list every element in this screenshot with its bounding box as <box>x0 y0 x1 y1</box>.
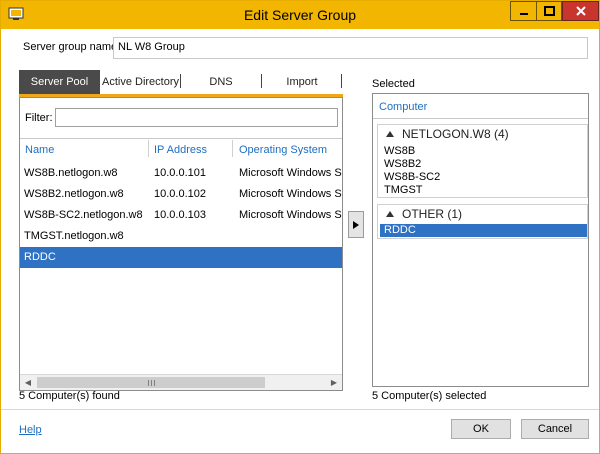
chevron-right-icon: ▶ <box>330 378 338 387</box>
column-separator[interactable] <box>148 140 149 157</box>
list-divider <box>20 138 342 139</box>
minimize-icon <box>519 13 528 15</box>
computers-found-status: 5 Computer(s) found <box>19 390 120 402</box>
cell-name: WS8B.netlogon.w8 <box>24 167 118 179</box>
tab-dns[interactable]: DNS <box>181 70 261 94</box>
group-header[interactable]: OTHER (1) <box>386 205 462 223</box>
collapse-triangle-icon[interactable] <box>386 211 394 217</box>
table-row[interactable]: WS8B2.netlogon.w8 10.0.0.102 Microsoft W… <box>20 184 342 205</box>
scroll-right-button[interactable]: ▶ <box>326 375 342 390</box>
group-netlogon: NETLOGON.W8 (4) WS8B WS8B2 WS8B-SC2 TMGS… <box>377 124 588 198</box>
add-to-selected-button[interactable] <box>348 211 364 238</box>
cell-name: WS8B2.netlogon.w8 <box>24 188 124 200</box>
selected-label: Selected <box>372 78 415 90</box>
server-group-name-label: Server group name <box>23 41 118 53</box>
list-item[interactable]: WS8B <box>380 145 587 158</box>
server-group-name-input[interactable]: NL W8 Group <box>113 37 588 59</box>
server-pool-panel: Filter: Name IP Address Operating System… <box>19 97 343 391</box>
close-button[interactable] <box>562 1 599 21</box>
footer-divider <box>1 409 599 410</box>
table-row[interactable]: WS8B.netlogon.w8 10.0.0.101 Microsoft Wi… <box>20 163 342 184</box>
column-header-name[interactable]: Name <box>25 144 54 156</box>
chevron-left-icon: ◀ <box>24 378 32 387</box>
arrow-right-icon <box>353 220 359 229</box>
collapse-triangle-icon[interactable] <box>386 131 394 137</box>
close-icon <box>575 6 586 16</box>
cell-os: Microsoft Windows Ser <box>239 188 343 200</box>
tab-import[interactable]: Import <box>262 70 342 94</box>
group-title: NETLOGON.W8 (4) <box>402 127 509 141</box>
cell-os: Microsoft Windows Ser <box>239 209 343 221</box>
column-header-ip-address[interactable]: IP Address <box>154 144 207 156</box>
list-item[interactable]: WS8B2 <box>380 158 587 171</box>
filter-input[interactable] <box>55 108 338 127</box>
list-item[interactable]: TMGST <box>380 184 587 197</box>
cell-name: TMGST.netlogon.w8 <box>24 230 124 242</box>
computers-selected-status: 5 Computer(s) selected <box>372 390 487 402</box>
table-row-selected[interactable]: RDDC <box>20 247 342 268</box>
grip-icon <box>147 379 155 386</box>
column-header-computer[interactable]: Computer <box>379 101 427 113</box>
dialog-body: Server group name NL W8 Group Server Poo… <box>1 29 599 453</box>
group-title: OTHER (1) <box>402 207 462 221</box>
scrollbar-thumb[interactable] <box>37 377 265 388</box>
list-item[interactable]: WS8B-SC2 <box>380 171 587 184</box>
cell-name: RDDC <box>24 251 56 263</box>
tab-active-directory[interactable]: Active Directory <box>100 70 181 94</box>
table-row[interactable]: TMGST.netlogon.w8 <box>20 226 342 247</box>
cell-os: Microsoft Windows Ser <box>239 167 343 179</box>
scroll-left-button[interactable]: ◀ <box>20 375 36 390</box>
tab-server-pool[interactable]: Server Pool <box>19 70 100 94</box>
maximize-icon <box>543 6 555 16</box>
group-other: OTHER (1) RDDC <box>377 204 588 239</box>
cell-ip: 10.0.0.103 <box>154 209 206 221</box>
cancel-button[interactable]: Cancel <box>521 419 589 439</box>
cell-ip: 10.0.0.101 <box>154 167 206 179</box>
edit-server-group-window: Edit Server Group Server group name NL W… <box>0 0 600 454</box>
filter-label: Filter: <box>25 112 53 124</box>
selected-panel: Computer NETLOGON.W8 (4) WS8B WS8B2 WS8B… <box>372 93 589 387</box>
help-link[interactable]: Help <box>19 424 42 436</box>
cell-ip: 10.0.0.102 <box>154 188 206 200</box>
minimize-button[interactable] <box>510 1 536 21</box>
tab-separator <box>341 74 342 88</box>
table-row[interactable]: WS8B-SC2.netlogon.w8 10.0.0.103 Microsof… <box>20 205 342 226</box>
column-header-operating-system[interactable]: Operating System <box>239 144 327 156</box>
tab-strip: Server Pool Active Directory DNS Import <box>19 70 343 94</box>
group-header[interactable]: NETLOGON.W8 (4) <box>386 125 509 143</box>
column-separator[interactable] <box>232 140 233 157</box>
ok-button[interactable]: OK <box>451 419 511 439</box>
maximize-button[interactable] <box>536 1 562 21</box>
cell-name: WS8B-SC2.netlogon.w8 <box>24 209 143 221</box>
list-divider <box>373 118 588 119</box>
title-bar[interactable]: Edit Server Group <box>1 1 599 29</box>
horizontal-scrollbar[interactable]: ◀ ▶ <box>20 374 342 390</box>
list-item-selected[interactable]: RDDC <box>380 224 587 237</box>
